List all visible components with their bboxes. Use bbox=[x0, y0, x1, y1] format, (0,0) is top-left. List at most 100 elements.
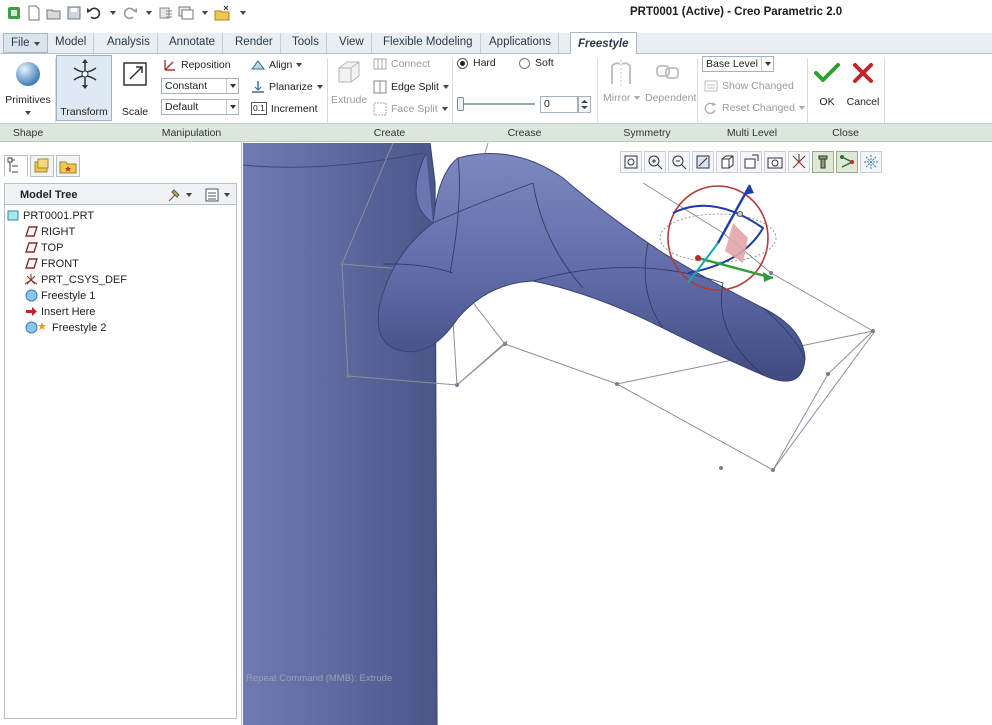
model-tree-tab-icon[interactable] bbox=[4, 155, 28, 177]
display-style-icon[interactable] bbox=[716, 151, 738, 173]
refit-icon[interactable] bbox=[620, 151, 642, 173]
primitives-button[interactable]: Primitives bbox=[4, 58, 52, 120]
tab-applications[interactable]: Applications bbox=[482, 33, 560, 53]
zoom-in-icon[interactable] bbox=[644, 151, 666, 173]
crease-spinner[interactable] bbox=[578, 96, 591, 113]
open-icon[interactable] bbox=[46, 5, 62, 21]
undo-icon[interactable] bbox=[86, 5, 102, 21]
repaint-icon[interactable] bbox=[692, 151, 714, 173]
tab-annotate[interactable]: Annotate bbox=[162, 33, 224, 53]
folder-browser-tab-icon[interactable] bbox=[30, 155, 54, 177]
edge-split-button[interactable]: Edge Split bbox=[373, 80, 449, 94]
save-icon[interactable] bbox=[66, 5, 82, 21]
windows-icon[interactable] bbox=[178, 5, 194, 21]
undo-dropdown-icon[interactable] bbox=[110, 11, 116, 15]
reposition-button[interactable]: Reposition bbox=[163, 58, 231, 72]
scale-button[interactable]: Scale bbox=[116, 58, 154, 120]
connect-button[interactable]: Connect bbox=[373, 58, 430, 70]
group-label-symmetry: Symmetry bbox=[623, 127, 671, 139]
close-window-icon[interactable] bbox=[214, 5, 230, 21]
saved-orientations-icon[interactable] bbox=[740, 151, 762, 173]
model-tree-header: Model Tree bbox=[4, 183, 237, 205]
view-manager-icon[interactable] bbox=[764, 151, 786, 173]
csys-icon bbox=[24, 273, 38, 286]
zoom-out-icon[interactable] bbox=[668, 151, 690, 173]
increment-button[interactable]: 0.1 Increment bbox=[251, 102, 318, 115]
settings-icon[interactable] bbox=[166, 187, 192, 203]
model-viewport[interactable] bbox=[243, 143, 992, 725]
extrude-button[interactable]: Extrude bbox=[331, 56, 367, 118]
cancel-button[interactable]: Cancel bbox=[845, 58, 881, 118]
tree-item-freestyle-2[interactable]: Freestyle 2 bbox=[25, 320, 106, 335]
crease-slider[interactable] bbox=[457, 96, 537, 112]
align-dropdown-icon bbox=[296, 63, 303, 67]
windows-dropdown-icon[interactable] bbox=[202, 11, 208, 15]
customize-icon[interactable] bbox=[240, 11, 246, 15]
soft-radio[interactable]: Soft bbox=[519, 57, 554, 69]
reset-changed-icon bbox=[704, 102, 716, 114]
mirror-button[interactable]: Mirror bbox=[603, 92, 641, 104]
tab-tools[interactable]: Tools bbox=[285, 33, 327, 53]
smooth-mesh-icon[interactable] bbox=[860, 151, 882, 173]
tab-model[interactable]: Model bbox=[48, 33, 95, 53]
favorites-tab-icon[interactable] bbox=[56, 155, 80, 177]
reset-changed-button[interactable]: Reset Changed bbox=[704, 102, 805, 114]
show-changed-icon bbox=[704, 80, 718, 92]
checkmark-icon bbox=[814, 63, 840, 82]
transform-icon bbox=[73, 59, 97, 89]
tab-freestyle[interactable]: Freestyle bbox=[570, 32, 637, 55]
tree-item-csys[interactable]: PRT_CSYS_DEF bbox=[24, 272, 127, 287]
dependent-button[interactable]: Dependent bbox=[645, 92, 696, 104]
tab-render[interactable]: Render bbox=[228, 33, 281, 53]
control-mesh-icon[interactable] bbox=[836, 151, 858, 173]
constant-dropdown[interactable]: Constant bbox=[161, 78, 239, 94]
datum-plane-icon bbox=[25, 257, 38, 270]
tab-analysis[interactable]: Analysis bbox=[100, 33, 158, 53]
regenerate-icon[interactable] bbox=[158, 5, 174, 21]
hard-radio[interactable]: Hard bbox=[457, 57, 496, 69]
transform-button[interactable]: Transform bbox=[56, 55, 112, 121]
freestyle-arm[interactable] bbox=[377, 153, 806, 382]
soft-radio-dot bbox=[519, 57, 530, 69]
ok-button[interactable]: OK bbox=[811, 58, 843, 118]
tab-file[interactable]: File bbox=[3, 33, 48, 53]
tab-view[interactable]: View bbox=[332, 33, 372, 53]
planarize-button[interactable]: Planarize bbox=[251, 80, 323, 94]
app-icon bbox=[6, 5, 22, 21]
tree-item-front[interactable]: FRONT bbox=[25, 256, 79, 271]
redo-dropdown-icon[interactable] bbox=[146, 11, 152, 15]
connect-icon bbox=[373, 58, 387, 70]
group-label-close: Close bbox=[832, 127, 859, 139]
model-tree-title: Model Tree bbox=[20, 189, 78, 201]
crease-slider-thumb[interactable] bbox=[457, 97, 464, 111]
tree-item-freestyle-1[interactable]: Freestyle 1 bbox=[25, 288, 95, 303]
extrude-icon bbox=[338, 61, 360, 83]
cancel-label: Cancel bbox=[846, 96, 880, 108]
redo-icon[interactable] bbox=[122, 5, 138, 21]
new-icon[interactable] bbox=[26, 5, 42, 21]
crease-value-field[interactable]: 0 bbox=[540, 96, 578, 113]
extrude-label: Extrude bbox=[331, 94, 368, 106]
window-title: PRT0001 (Active) - Creo Parametric 2.0 bbox=[630, 6, 843, 18]
default-dropdown[interactable]: Default bbox=[161, 99, 239, 115]
transform-label: Transform bbox=[60, 106, 108, 118]
show-changed-button[interactable]: Show Changed bbox=[704, 80, 794, 92]
tab-flexible-modeling[interactable]: Flexible Modeling bbox=[376, 33, 481, 53]
show-icon[interactable] bbox=[204, 187, 230, 203]
spin-center-icon[interactable] bbox=[812, 151, 834, 173]
group-label-multi-level: Multi Level bbox=[726, 127, 778, 139]
edge-split-dropdown-icon bbox=[442, 85, 449, 89]
base-level-dropdown[interactable]: Base Level bbox=[702, 56, 774, 72]
face-split-button[interactable]: Face Split bbox=[373, 102, 448, 116]
face-split-icon bbox=[373, 102, 387, 116]
increment-icon: 0.1 bbox=[251, 102, 267, 115]
graphics-window[interactable]: Repeat Command (MMB): Extrude bbox=[243, 143, 992, 725]
primitives-label: Primitives bbox=[5, 94, 51, 106]
face-split-dropdown-icon bbox=[441, 107, 448, 111]
datum-display-icon[interactable] bbox=[788, 151, 810, 173]
tree-item-part[interactable]: PRT0001.PRT bbox=[7, 208, 94, 223]
tree-item-right[interactable]: RIGHT bbox=[25, 224, 75, 239]
tree-item-top[interactable]: TOP bbox=[25, 240, 63, 255]
tree-item-insert-here[interactable]: Insert Here bbox=[25, 304, 95, 319]
align-button[interactable]: Align bbox=[251, 58, 303, 72]
